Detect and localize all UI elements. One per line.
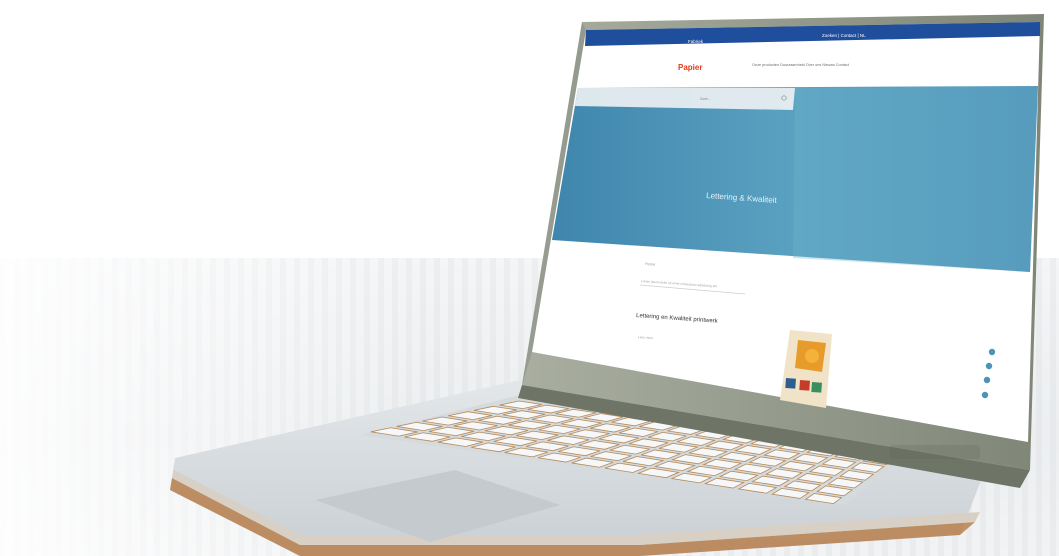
linkedin-icon[interactable] (983, 376, 991, 384)
site-logo[interactable]: Papier (678, 63, 702, 72)
breadcrumb[interactable]: Home (645, 262, 655, 267)
main-nav[interactable]: Onze producten Duurzaamheid Over ons Nie… (752, 63, 850, 67)
top-bar-right-text[interactable]: Zoeken | Contact | NL (822, 33, 866, 38)
twitter-icon[interactable] (985, 362, 993, 370)
facebook-icon[interactable] (988, 348, 996, 356)
mail-icon[interactable] (981, 391, 989, 399)
laptop-illustration: Fabriek Zoeken | Contact | NL Papier Onz… (170, 14, 1044, 556)
search-placeholder: Zoek... (700, 97, 711, 101)
top-bar-left-text: Fabriek (688, 39, 704, 44)
